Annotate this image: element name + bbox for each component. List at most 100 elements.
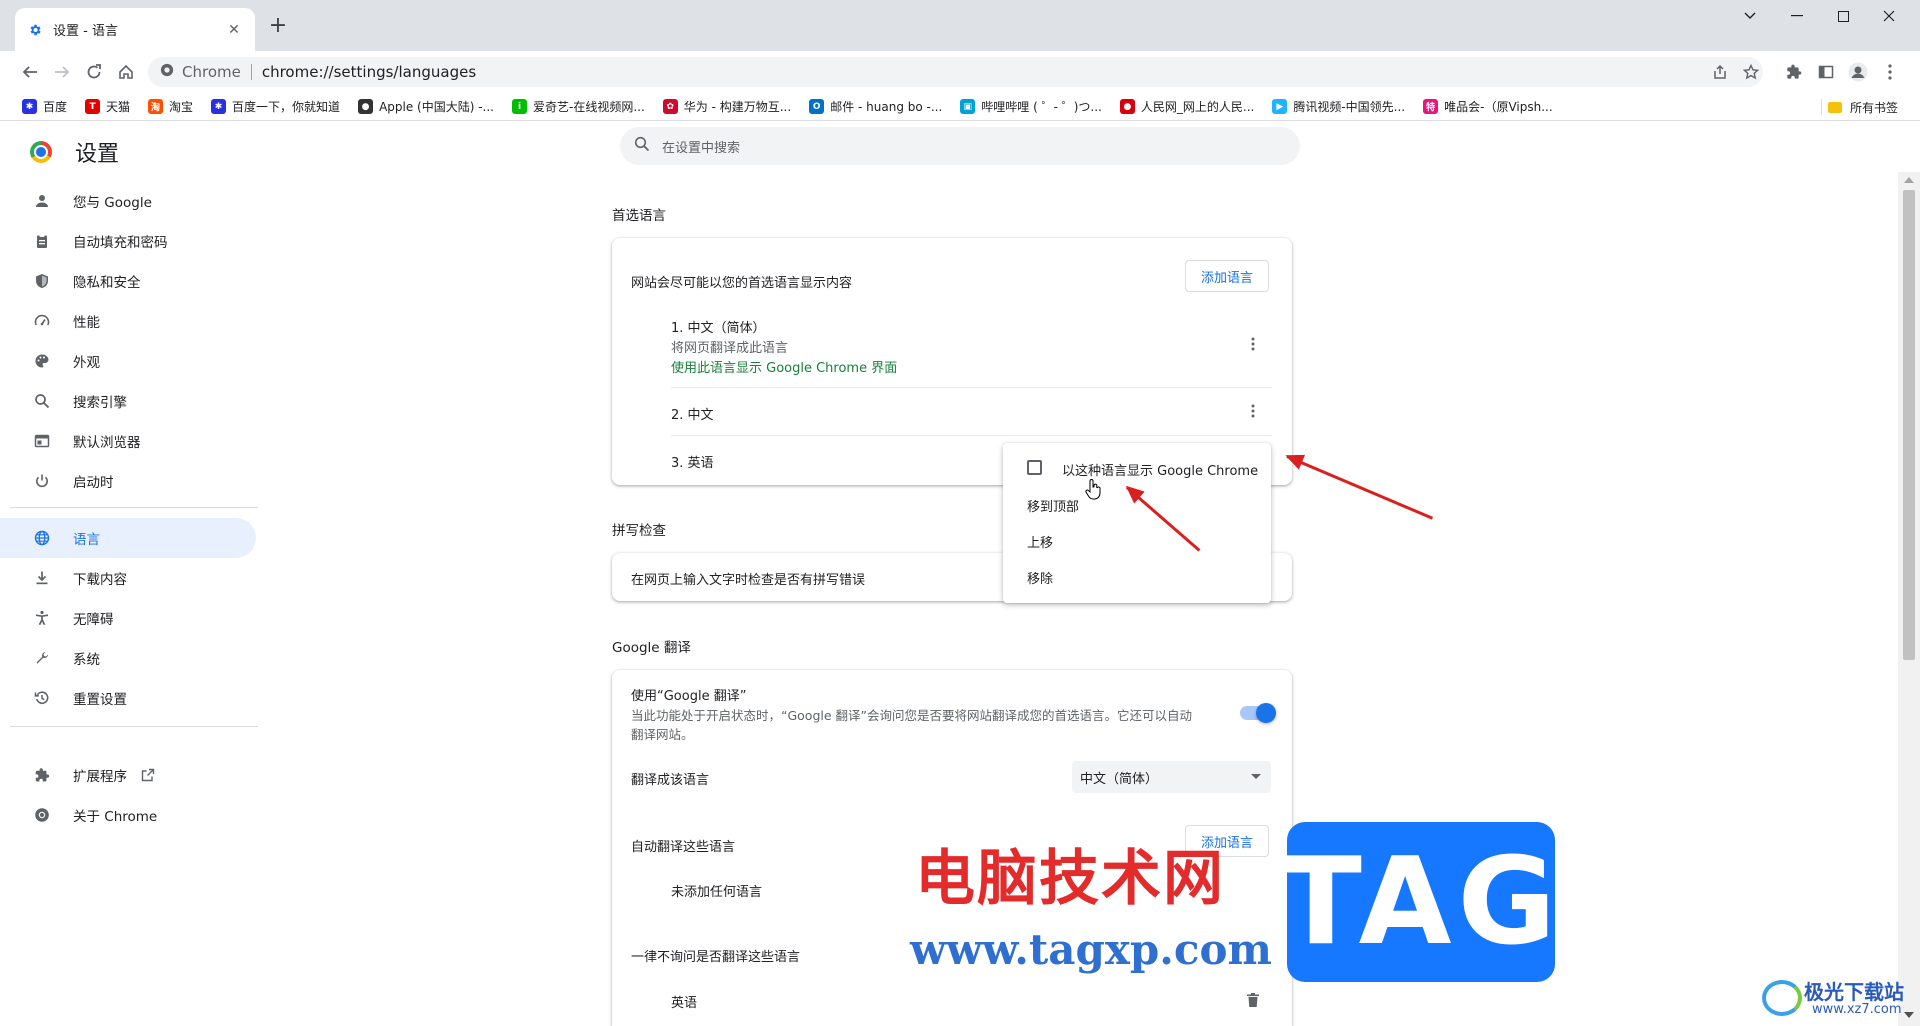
accessibility-icon [33, 609, 51, 627]
history-icon [33, 689, 51, 707]
settings-search[interactable]: 在设置中搜索 [620, 127, 1300, 165]
bookmark-item[interactable]: ● 人民网_网上的人民... [1119, 98, 1254, 115]
sidebar-item-extensions[interactable]: 扩展程序 [0, 755, 256, 795]
use-translate-toggle[interactable] [1240, 703, 1276, 723]
tab-search-chevron-icon[interactable] [1727, 0, 1773, 32]
sidebar-item-label: 关于 Chrome [73, 809, 158, 825]
sidebar-item[interactable]: 系统 [0, 638, 256, 678]
translate-target-select[interactable]: 中文（简体） [1072, 761, 1271, 793]
address-bar[interactable]: Chrome chrome://settings/languages [148, 57, 1763, 87]
sidebar-item[interactable]: 语言 [0, 518, 256, 558]
trash-icon[interactable] [1241, 988, 1265, 1012]
sidebar-item[interactable]: 隐私和安全 [0, 261, 256, 301]
search-icon [33, 392, 51, 410]
side-panel-icon[interactable] [1814, 60, 1838, 84]
external-link-icon [141, 768, 155, 782]
menu-move-top[interactable]: 移到顶部 [1027, 496, 1079, 515]
bookmark-star-icon[interactable] [1739, 57, 1763, 87]
language-item-1-sub: 将网页翻译成此语言 [671, 341, 789, 356]
sidebar-item-label: 启动时 [73, 475, 114, 491]
menu-move-up[interactable]: 上移 [1027, 532, 1053, 551]
url-text[interactable]: chrome://settings/languages [262, 63, 476, 81]
add-language-button[interactable]: 添加语言 [1185, 260, 1270, 292]
tab-close-icon[interactable]: ✕ [225, 21, 243, 39]
sidebar-item-label: 扩展程序 [73, 769, 127, 785]
bookmark-item[interactable]: ▣ 哔哩哔哩 ( ゜- ゜)つ... [960, 98, 1102, 115]
sidebar-item-label: 隐私和安全 [73, 275, 141, 291]
menu-display-chrome[interactable]: 以这种语言显示 Google Chrome [1062, 460, 1258, 479]
bookmark-favicon-icon: ✱ [211, 99, 227, 114]
bookmark-item[interactable]: i 爱奇艺-在线视频网... [512, 98, 645, 115]
watermark-site-name: 电脑技术网 [915, 844, 1225, 914]
active-tab[interactable]: 设置 - 语言 ✕ [15, 8, 255, 51]
sidebar-item[interactable]: 性能 [0, 301, 256, 341]
never-translate-item: 英语 [671, 996, 698, 1011]
dropdown-caret-icon [1251, 774, 1261, 779]
sidebar-item[interactable]: 您与 Google [0, 181, 256, 221]
sidebar-item-about[interactable]: 关于 Chrome [0, 795, 256, 835]
download-icon [33, 569, 51, 587]
xz-url: www.xz7.com [1812, 1002, 1902, 1017]
sidebar-item[interactable]: 下载内容 [0, 558, 256, 598]
sidebar-item[interactable]: 搜索引擎 [0, 381, 256, 421]
bookmark-label: Apple (中国大陆) -... [379, 100, 494, 114]
bookmark-favicon-icon: ▣ [960, 99, 976, 114]
sidebar-item[interactable]: 重置设置 [0, 678, 256, 718]
bookmark-label: 淘宝 [169, 100, 194, 114]
forward-icon[interactable] [50, 60, 74, 84]
display-chrome-checkbox[interactable] [1027, 460, 1042, 475]
bookmark-label: 爱奇艺-在线视频网... [533, 100, 645, 114]
home-icon[interactable] [114, 60, 138, 84]
sidebar-item[interactable]: 自动填充和密码 [0, 221, 256, 261]
language-item-2-more-icon[interactable] [1241, 399, 1265, 423]
sidebar-item[interactable]: 默认浏览器 [0, 421, 256, 461]
sidebar-item[interactable]: 无障碍 [0, 598, 256, 638]
browser-menu-icon[interactable] [1878, 60, 1902, 84]
sidebar-item-label: 外观 [73, 355, 100, 371]
bookmark-item[interactable]: O 邮件 - huang bo -... [809, 98, 942, 115]
bookmark-label: 百度 [43, 100, 68, 114]
sidebar-item[interactable]: 外观 [0, 341, 256, 381]
sidebar-item[interactable]: 启动时 [0, 461, 256, 501]
auto-translate-empty: 未添加任何语言 [671, 885, 763, 900]
language-item-1-more-icon[interactable] [1241, 332, 1265, 356]
omnibox-separator [250, 64, 252, 80]
share-icon[interactable] [1708, 57, 1732, 87]
language-item-1-note: 使用此语言显示 Google Chrome 界面 [671, 361, 898, 376]
extensions-puzzle-icon[interactable] [1782, 60, 1806, 84]
bookmark-item[interactable]: 淘淘宝 [148, 98, 193, 115]
maximize-icon[interactable] [1820, 0, 1866, 32]
all-bookmarks-button[interactable]: 所有书签 [1827, 93, 1898, 121]
new-tab-icon[interactable]: + [266, 13, 290, 38]
sidebar-item-label: 自动填充和密码 [73, 235, 168, 251]
bookmark-item[interactable]: 特唯品会-（原Vipsh... [1423, 98, 1553, 115]
back-icon[interactable] [18, 60, 42, 84]
bookmarks-bar: ✱ 百度 T 天猫 淘淘宝 ✱ 百度一下，你就知道 ● Apple (中国大陆) -... i 爱奇… [0, 93, 1920, 121]
bookmark-item[interactable]: ▶ 腾讯视频-中国领先... [1272, 98, 1405, 115]
puzzle-icon [33, 766, 51, 784]
profile-avatar-icon[interactable] [1846, 60, 1870, 84]
reload-icon[interactable] [82, 60, 106, 84]
menu-remove[interactable]: 移除 [1027, 568, 1053, 587]
row-divider [671, 435, 1272, 436]
minimize-icon[interactable] [1774, 0, 1820, 32]
bookmark-item[interactable]: T 天猫 [85, 98, 130, 115]
bookmark-favicon-icon: 特 [1423, 99, 1439, 114]
scroll-thumb[interactable] [1903, 190, 1915, 660]
watermark-site-url: www.tagxp.com [910, 925, 1272, 974]
bookmark-label: 邮件 - huang bo -... [830, 100, 943, 114]
bookmark-item[interactable]: ● Apple (中国大陆) -... [358, 98, 494, 115]
language-item-1-name: 1. 中文（简体） [671, 321, 766, 336]
page-scrollbar[interactable] [1898, 172, 1920, 1026]
scroll-up-icon[interactable] [1904, 177, 1914, 183]
watermark-tag-badge: TAG [1280, 822, 1556, 982]
sidebar-item-label: 无障碍 [73, 612, 114, 628]
preferred-desc: 网站会尽可能以您的首选语言显示内容 [631, 276, 853, 291]
bookmark-item[interactable]: ✱ 百度 [22, 98, 67, 115]
site-chip: Chrome [182, 63, 241, 81]
hand-cursor-icon [1084, 478, 1102, 504]
bookmark-item[interactable]: ✱ 百度一下，你就知道 [211, 98, 340, 115]
window-close-icon[interactable] [1866, 0, 1912, 32]
spell-check-title: 拼写检查 [612, 523, 666, 539]
bookmark-item[interactable]: ✿ 华为 - 构建万物互... [662, 98, 791, 115]
